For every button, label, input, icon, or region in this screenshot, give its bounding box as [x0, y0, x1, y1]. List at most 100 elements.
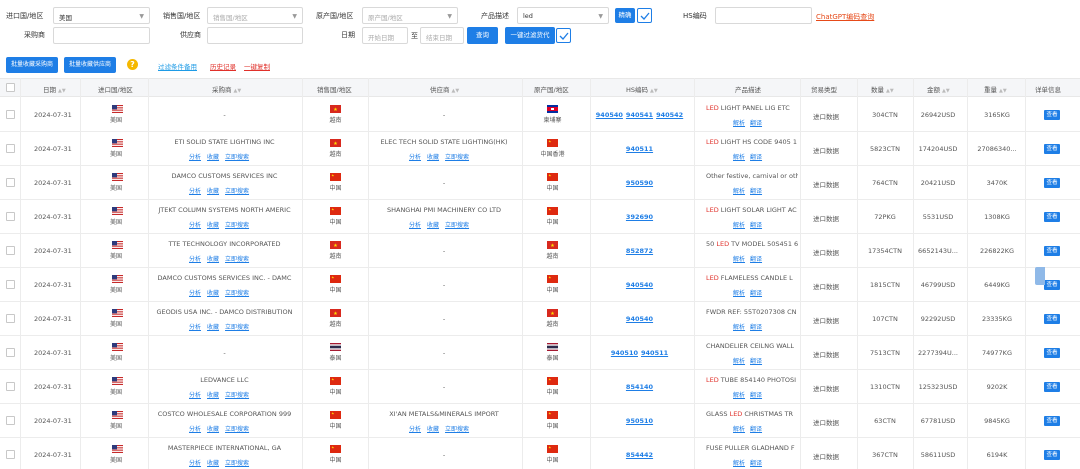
desc-action-0[interactable]: 解析 — [733, 256, 745, 263]
supplier-action-0[interactable]: 分析 — [409, 154, 421, 161]
view-details-button[interactable]: 查看 — [1044, 416, 1060, 426]
desc-action-0[interactable]: 解析 — [733, 324, 745, 331]
row-checkbox[interactable] — [6, 348, 15, 357]
row-checkbox[interactable] — [6, 382, 15, 391]
hs-code-link[interactable]: 852872 — [626, 247, 653, 255]
supplier-action-0[interactable]: 分析 — [409, 426, 421, 433]
desc-action-1[interactable]: 翻译 — [750, 222, 762, 229]
buyer-cell[interactable]: JTEKT COLUMN SYSTEMS NORTH AMERIC — [148, 206, 301, 214]
desc-action-1[interactable]: 翻译 — [750, 256, 762, 263]
supplier-cell[interactable]: - — [368, 383, 520, 391]
desc-action-0[interactable]: 解析 — [733, 188, 745, 195]
exact-match-checkbox[interactable] — [637, 8, 652, 23]
buyer-action-1[interactable]: 收藏 — [207, 188, 219, 195]
column-header-buyer[interactable]: 采购商 ▲▼ — [212, 84, 241, 94]
buyer-action-1[interactable]: 收藏 — [207, 256, 219, 263]
buyer-action-0[interactable]: 分析 — [189, 392, 201, 399]
buyer-action-2[interactable]: 立即搜索 — [225, 188, 249, 195]
supplier-cell[interactable]: - — [368, 451, 520, 459]
hs-code-link[interactable]: 950590 — [626, 179, 653, 187]
row-checkbox[interactable] — [6, 314, 15, 323]
column-header-date[interactable]: 日期 ▲▼ — [43, 84, 66, 94]
buyer-action-2[interactable]: 立即搜索 — [225, 460, 249, 467]
supplier-action-2[interactable]: 立即搜索 — [445, 426, 469, 433]
desc-action-0[interactable]: 解析 — [733, 460, 745, 467]
buyer-cell[interactable]: - — [148, 349, 301, 357]
view-details-button[interactable]: 查看 — [1044, 212, 1060, 222]
hs-code-link[interactable]: 854140 — [626, 383, 653, 391]
buyer-action-1[interactable]: 收藏 — [207, 222, 219, 229]
batch-favorite-suppliers-button[interactable]: 批量收藏供应商 — [64, 57, 116, 73]
buyer-action-2[interactable]: 立即搜索 — [225, 392, 249, 399]
supplier-action-2[interactable]: 立即搜索 — [445, 222, 469, 229]
desc-action-0[interactable]: 解析 — [733, 358, 745, 365]
column-header-supplier[interactable]: 供应商 ▲▼ — [430, 84, 459, 94]
buyer-action-0[interactable]: 分析 — [189, 290, 201, 297]
supplier-cell[interactable]: - — [368, 179, 520, 187]
desc-action-1[interactable]: 翻译 — [750, 324, 762, 331]
row-checkbox[interactable] — [6, 144, 15, 153]
supplier-action-0[interactable]: 分析 — [409, 222, 421, 229]
buyer-input[interactable] — [53, 27, 150, 44]
buyer-action-0[interactable]: 分析 — [189, 426, 201, 433]
buyer-action-1[interactable]: 收藏 — [207, 290, 219, 297]
batch-favorite-buyers-button[interactable]: 批量收藏采购商 — [6, 57, 58, 73]
hs-code-link[interactable]: 392690 — [626, 213, 653, 221]
column-header-amount[interactable]: 金额 ▲▼ — [927, 84, 950, 94]
filter-forwarder-button[interactable]: 一键过滤货代 — [505, 27, 555, 44]
desc-action-0[interactable]: 解析 — [733, 290, 745, 297]
help-icon[interactable]: ? — [127, 59, 138, 70]
supplier-cell[interactable]: - — [368, 247, 520, 255]
supplier-cell[interactable]: - — [368, 315, 520, 323]
buyer-cell[interactable]: DAMCO CUSTOMS SERVICES INC. - DAMC — [148, 274, 301, 282]
buyer-cell[interactable]: LEDVANCE LLC — [148, 376, 301, 384]
hs-code-link[interactable]: 950510 — [626, 417, 653, 425]
end-date-input[interactable]: 结束日期 — [420, 27, 464, 44]
hs-code-link[interactable]: 940540 — [626, 281, 653, 289]
buyer-action-1[interactable]: 收藏 — [207, 426, 219, 433]
buyer-action-2[interactable]: 立即搜索 — [225, 324, 249, 331]
view-details-button[interactable]: 查看 — [1044, 110, 1060, 120]
buyer-action-1[interactable]: 收藏 — [207, 392, 219, 399]
row-checkbox[interactable] — [6, 212, 15, 221]
hs-code-link[interactable]: 940542 — [656, 111, 683, 119]
row-checkbox[interactable] — [6, 110, 15, 119]
hs-code-link[interactable]: 940540 — [626, 315, 653, 323]
hs-code-link[interactable]: 940541 — [626, 111, 653, 119]
buyer-action-2[interactable]: 立即搜索 — [225, 290, 249, 297]
view-details-button[interactable]: 查看 — [1044, 314, 1060, 324]
product-desc-input[interactable]: led ▼ — [517, 7, 609, 24]
column-header-weight[interactable]: 重量 ▲▼ — [984, 84, 1007, 94]
import-country-select[interactable]: 美国 ▼ — [53, 7, 150, 24]
sales-country-select[interactable]: 销售国/地区 ▼ — [207, 7, 303, 24]
buyer-action-1[interactable]: 收藏 — [207, 460, 219, 467]
view-details-button[interactable]: 查看 — [1044, 144, 1060, 154]
buyer-cell[interactable]: TTE TECHNOLOGY INCORPORATED — [148, 240, 301, 248]
desc-action-1[interactable]: 翻译 — [750, 290, 762, 297]
hs-code-link[interactable]: 854442 — [626, 451, 653, 459]
desc-action-1[interactable]: 翻译 — [750, 358, 762, 365]
desc-action-0[interactable]: 解析 — [733, 222, 745, 229]
buyer-action-2[interactable]: 立即搜索 — [225, 426, 249, 433]
desc-action-1[interactable]: 翻译 — [750, 426, 762, 433]
row-checkbox[interactable] — [6, 280, 15, 289]
one-click-copy-link[interactable]: 一键复制 — [244, 61, 270, 71]
buyer-action-0[interactable]: 分析 — [189, 256, 201, 263]
supplier-cell[interactable]: XI'AN METALS&MINERALS IMPORT — [368, 410, 520, 418]
row-checkbox[interactable] — [6, 450, 15, 459]
buyer-action-0[interactable]: 分析 — [189, 460, 201, 467]
buyer-cell[interactable]: - — [148, 111, 301, 119]
supplier-input[interactable] — [207, 27, 303, 44]
hs-code-input[interactable] — [715, 7, 812, 24]
buyer-cell[interactable]: ETI SOLID STATE LIGHTING INC — [148, 138, 301, 146]
supplier-cell[interactable]: SHANGHAI PMI MACHINERY CO LTD — [368, 206, 520, 214]
buyer-cell[interactable]: GEODIS USA INC. - DAMCO DISTRIBUTION — [148, 308, 301, 316]
filter-conditions-link[interactable]: 过滤条件备用 — [158, 61, 197, 71]
desc-action-1[interactable]: 翻译 — [750, 154, 762, 161]
hs-code-link[interactable]: 940510 — [611, 349, 638, 357]
supplier-cell[interactable]: - — [368, 281, 520, 289]
buyer-action-0[interactable]: 分析 — [189, 188, 201, 195]
origin-country-select[interactable]: 原产国/地区 ▼ — [362, 7, 458, 24]
desc-action-1[interactable]: 翻译 — [750, 392, 762, 399]
view-details-button[interactable]: 查看 — [1044, 382, 1060, 392]
